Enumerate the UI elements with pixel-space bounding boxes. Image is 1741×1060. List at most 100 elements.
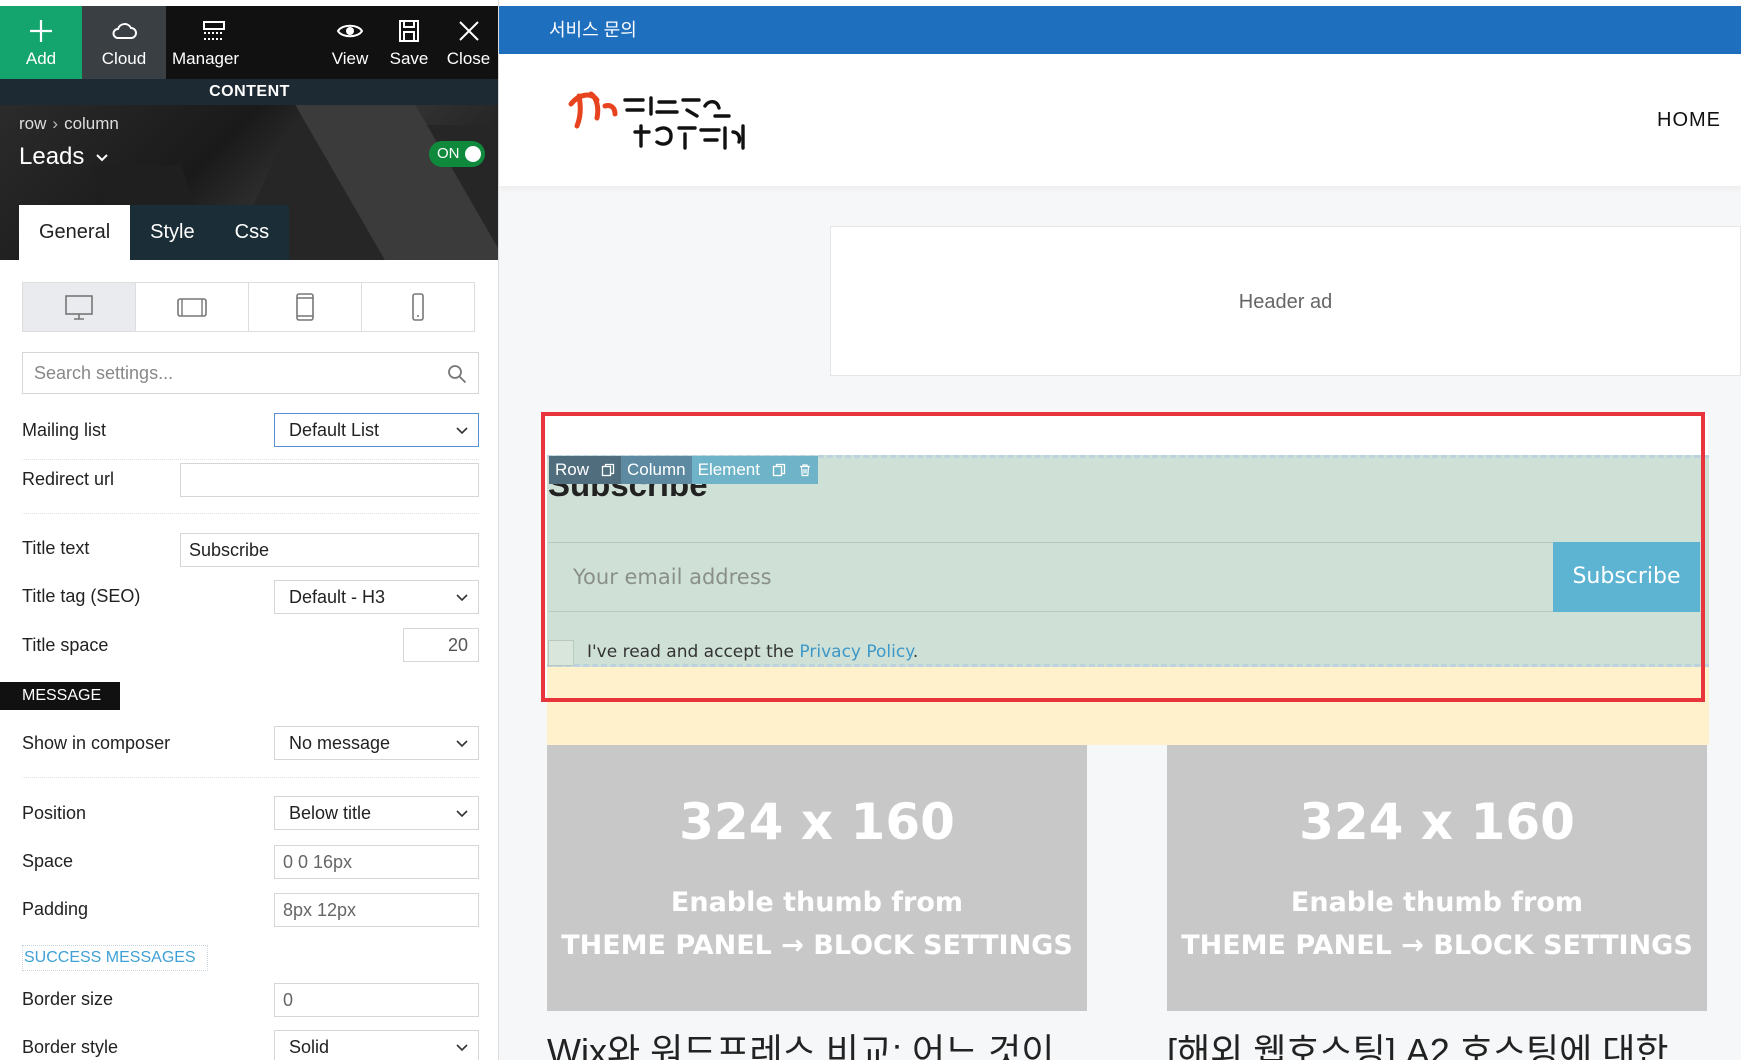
tab-general[interactable]: General: [19, 205, 131, 260]
site-header: HOME: [499, 54, 1741, 186]
divider: [22, 777, 479, 778]
breadcrumb-column[interactable]: column: [64, 114, 119, 133]
mailing-list-select[interactable]: Default List: [274, 413, 479, 447]
cloud-label: Cloud: [101, 48, 147, 68]
breadcrumb-row[interactable]: row: [19, 114, 46, 133]
space-label: Space: [22, 851, 74, 871]
thumb-hint-text: Enable thumb from: [670, 887, 964, 918]
service-inquiry-link[interactable]: 서비스 문의: [549, 20, 637, 40]
show-in-composer-select[interactable]: No message: [274, 726, 479, 760]
post-title-link[interactable]: [해외 웹호스팅] A2 호스팅에 대한: [1167, 1030, 1741, 1060]
column-control[interactable]: Column: [621, 456, 692, 484]
divider: [22, 459, 479, 460]
device-tablet-portrait[interactable]: [249, 283, 362, 331]
border-size-input[interactable]: 0: [274, 983, 479, 1017]
title-tag-label: Title tag (SEO): [22, 586, 141, 606]
module-toggle[interactable]: ON: [429, 141, 485, 167]
position-select[interactable]: Below title: [274, 796, 479, 830]
tab-style[interactable]: Style: [130, 205, 215, 260]
search-input[interactable]: [23, 353, 478, 393]
mobile-icon: [412, 293, 424, 321]
floppy-icon: [399, 19, 419, 42]
title-space-label: Title space: [22, 635, 109, 655]
element-delete-button[interactable]: [791, 456, 818, 484]
post-thumbnail-placeholder[interactable]: 324 x 160 Enable thumb from THEME PANEL …: [547, 745, 1087, 1011]
save-button[interactable]: Save: [381, 6, 437, 79]
redirect-url-label: Redirect url: [22, 469, 115, 489]
section-message-header: MESSAGE: [0, 682, 120, 710]
privacy-consent-text: I've read and accept the Privacy Policy.: [587, 642, 918, 662]
show-in-composer-value: No message: [289, 733, 391, 753]
title-tag-select[interactable]: Default - H3: [274, 580, 479, 614]
privacy-checkbox[interactable]: [548, 640, 574, 666]
subscribe-button[interactable]: Subscribe: [1553, 542, 1700, 612]
site-logo[interactable]: [565, 76, 765, 166]
site-topbar: 서비스 문의: [499, 6, 1741, 54]
device-desktop[interactable]: [23, 283, 136, 331]
space-input[interactable]: 0 0 16px: [274, 845, 479, 879]
title-text-input[interactable]: Subscribe: [180, 533, 479, 567]
close-icon: [458, 20, 479, 41]
content-bar: CONTENT: [0, 79, 498, 105]
thumb-hint-text: Enable thumb from: [1290, 887, 1584, 918]
element-duplicate-button[interactable]: [765, 456, 792, 484]
position-value: Below title: [289, 803, 372, 823]
thumb-hint-path: THEME PANEL → BLOCK SETTINGS: [561, 930, 1073, 961]
device-tablet-landscape[interactable]: [136, 283, 249, 331]
settings-tabs: General Style Css: [19, 205, 290, 260]
device-switcher: [22, 282, 475, 332]
copy-icon: [772, 463, 786, 477]
cloud-button[interactable]: Cloud: [82, 6, 166, 79]
element-control[interactable]: Element: [691, 456, 766, 484]
privacy-prefix: I've read and accept the: [587, 642, 800, 662]
thumb-size-text: 324 x 160: [1299, 793, 1575, 851]
title-tag-value: Default - H3: [289, 587, 386, 607]
eye-icon: [336, 24, 364, 37]
row-control[interactable]: Row: [549, 456, 596, 484]
position-label: Position: [22, 803, 87, 823]
chevron-down-icon: [456, 810, 468, 818]
row-padding-highlight: [547, 665, 1709, 745]
module-title[interactable]: Leads: [19, 143, 110, 171]
nav-home-link[interactable]: HOME: [1657, 109, 1721, 132]
chevron-down-icon: [456, 740, 468, 748]
module-header: row › column Leads ON General Style Css: [0, 105, 498, 260]
border-style-label: Border style: [22, 1037, 119, 1057]
module-title-text: Leads: [19, 143, 85, 170]
thumb-hint-path: THEME PANEL → BLOCK SETTINGS: [1181, 930, 1693, 961]
redirect-url-input[interactable]: [180, 463, 479, 497]
header-ad: Header ad: [830, 226, 1741, 376]
tablet-landscape-icon: [177, 298, 207, 317]
tab-css[interactable]: Css: [214, 205, 290, 260]
manager-label: Manager: [172, 48, 240, 68]
padding-label: Padding: [22, 899, 89, 919]
chevron-down-icon: [456, 1044, 468, 1052]
toggle-knob: [465, 146, 481, 162]
title-text-label: Title text: [22, 538, 90, 558]
border-style-value: Solid: [289, 1037, 330, 1057]
view-button[interactable]: View: [320, 6, 380, 79]
border-style-select[interactable]: Solid: [274, 1030, 479, 1060]
thumb-size-text: 324 x 160: [679, 793, 955, 851]
breadcrumb-separator: ›: [52, 114, 59, 133]
padding-input[interactable]: 8px 12px: [274, 893, 479, 927]
element-controls: Row Column Element: [549, 456, 818, 484]
device-mobile[interactable]: [362, 283, 474, 331]
trash-icon: [799, 464, 810, 477]
title-space-input[interactable]: 20: [403, 628, 479, 662]
post-title-link[interactable]: Wix와 워드프레스 비교: 어느 것이: [547, 1030, 1107, 1060]
post-thumbnail-placeholder[interactable]: 324 x 160 Enable thumb from THEME PANEL …: [1167, 745, 1707, 1011]
manager-button[interactable]: Manager: [166, 6, 270, 79]
divider: [22, 513, 479, 514]
row-duplicate-button[interactable]: [595, 456, 622, 484]
chevron-down-icon: [456, 594, 468, 602]
settings-search: [22, 352, 479, 394]
email-input[interactable]: [548, 543, 1553, 611]
close-button[interactable]: Close: [438, 6, 498, 79]
mailing-list-label: Mailing list: [22, 420, 107, 440]
privacy-policy-link[interactable]: Privacy Policy: [799, 642, 912, 662]
tablet-portrait-icon: [296, 293, 314, 321]
add-button[interactable]: Add: [0, 6, 82, 79]
view-label: View: [331, 48, 369, 68]
plus-icon: [30, 19, 52, 42]
